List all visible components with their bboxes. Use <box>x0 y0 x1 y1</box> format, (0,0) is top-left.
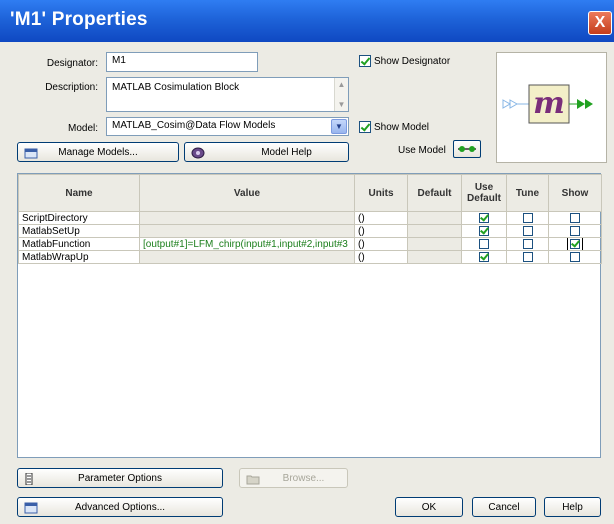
designator-label: Designator: <box>46 58 98 69</box>
show-model-checkbox[interactable] <box>359 121 371 133</box>
param-default <box>407 237 462 251</box>
title-bar[interactable]: 'M1' Properties X <box>0 0 614 42</box>
dialog-body: Designator: M1 Description: MATLAB Cosim… <box>0 42 614 524</box>
table-row[interactable]: ScriptDirectory () <box>18 211 602 225</box>
use-default-checkbox[interactable] <box>479 212 489 223</box>
show-cell <box>548 250 602 264</box>
scroll-up-icon[interactable]: ▲ <box>337 80 346 89</box>
param-name: MatlabFunction <box>18 237 140 251</box>
column-header-tune[interactable]: Tune <box>506 174 549 212</box>
param-default <box>407 250 462 264</box>
show-cell <box>548 237 602 251</box>
grid-header-row: Name Value Units Default Use Default Tun… <box>18 174 602 212</box>
tune-cell <box>506 237 549 251</box>
param-value[interactable]: [output#1]=LFM_chirp(input#1,input#2,inp… <box>139 237 355 251</box>
model-combo[interactable]: MATLAB_Cosim@Data Flow Models ▼ <box>106 117 349 136</box>
use-default-checkbox[interactable] <box>479 238 489 249</box>
show-checkbox[interactable] <box>570 225 580 236</box>
close-button[interactable]: X <box>588 11 612 35</box>
description-scrollbar[interactable]: ▲ ▼ <box>334 78 348 111</box>
use-default-cell <box>461 224 507 238</box>
show-cell <box>548 224 602 238</box>
use-default-checkbox[interactable] <box>479 251 489 262</box>
model-value: MATLAB_Cosim@Data Flow Models <box>112 120 276 131</box>
param-default <box>407 224 462 238</box>
model-symbol-preview: m <box>496 52 607 163</box>
param-units[interactable]: () <box>354 224 408 238</box>
show-designator-checkbox[interactable] <box>359 55 371 67</box>
use-default-cell <box>461 211 507 225</box>
link-icon <box>458 146 476 152</box>
manage-models-button[interactable]: Manage Models... <box>17 142 179 162</box>
param-units[interactable]: () <box>354 237 408 251</box>
table-row[interactable]: MatlabSetUp () <box>18 224 602 238</box>
show-checkbox[interactable] <box>570 212 580 223</box>
advanced-options-button[interactable]: Advanced Options... <box>17 497 223 517</box>
designator-field[interactable]: M1 <box>106 52 258 72</box>
browse-button[interactable]: Browse... <box>239 468 348 488</box>
param-name: ScriptDirectory <box>18 211 140 225</box>
tune-checkbox[interactable] <box>522 225 533 236</box>
folder-icon <box>246 475 260 485</box>
show-checkbox[interactable] <box>570 251 580 262</box>
column-header-show[interactable]: Show <box>548 174 602 212</box>
column-header-use-default[interactable]: Use Default <box>461 174 507 212</box>
description-label: Description: <box>45 82 98 93</box>
model-label: Model: <box>67 123 98 134</box>
use-default-cell <box>461 250 507 264</box>
column-header-value[interactable]: Value <box>139 174 355 212</box>
tune-cell <box>506 224 549 238</box>
help-label: Help <box>562 502 583 513</box>
ok-button[interactable]: OK <box>395 497 463 517</box>
use-default-checkbox[interactable] <box>479 225 489 236</box>
param-value[interactable] <box>139 224 355 238</box>
browse-label: Browse... <box>282 473 325 484</box>
scroll-down-icon[interactable]: ▼ <box>337 100 346 109</box>
show-checkbox[interactable] <box>567 238 583 250</box>
help-button[interactable]: Help <box>544 497 601 517</box>
matlab-block-icon: m <box>502 84 593 124</box>
model-help-button[interactable]: Model Help <box>184 142 349 162</box>
help-book-icon <box>191 147 205 159</box>
description-field[interactable]: MATLAB Cosimulation Block ▲ ▼ <box>106 77 349 112</box>
tune-checkbox[interactable] <box>522 212 533 223</box>
properties-dialog: 'M1' Properties X Designator: M1 Descrip… <box>0 0 614 524</box>
advanced-options-label: Advanced Options... <box>74 502 166 513</box>
show-designator-label: Show Designator <box>374 56 451 67</box>
description-value: MATLAB Cosimulation Block <box>112 82 240 93</box>
param-units[interactable]: () <box>354 211 408 225</box>
dialog-title: 'M1' Properties <box>10 9 148 30</box>
chevron-down-icon[interactable]: ▼ <box>331 119 347 134</box>
tune-cell <box>506 250 549 264</box>
cancel-label: Cancel <box>488 502 520 513</box>
table-row[interactable]: MatlabFunction [output#1]=LFM_chirp(inpu… <box>18 237 602 251</box>
show-model-label: Show Model <box>374 122 430 133</box>
symbol-letter: m <box>533 86 565 121</box>
manage-models-label: Manage Models... <box>58 147 138 158</box>
designator-value: M1 <box>112 55 126 66</box>
use-model-label: Use Model <box>398 145 446 156</box>
show-cell <box>548 211 602 225</box>
tune-checkbox[interactable] <box>522 238 533 249</box>
table-row[interactable]: MatlabWrapUp () <box>18 250 602 264</box>
cancel-button[interactable]: Cancel <box>472 497 536 517</box>
param-units[interactable]: () <box>354 250 408 264</box>
param-name: MatlabWrapUp <box>18 250 140 264</box>
use-model-button[interactable] <box>453 140 481 158</box>
tune-checkbox[interactable] <box>522 251 533 262</box>
tune-cell <box>506 211 549 225</box>
param-value[interactable] <box>139 250 355 264</box>
parameter-options-button[interactable]: Parameter Options <box>17 468 223 488</box>
param-name: MatlabSetUp <box>18 224 140 238</box>
use-default-cell <box>461 237 507 251</box>
param-value[interactable] <box>139 211 355 225</box>
column-header-default[interactable]: Default <box>407 174 462 212</box>
column-header-units[interactable]: Units <box>354 174 408 212</box>
parameter-options-label: Parameter Options <box>78 473 162 484</box>
ok-label: OK <box>421 502 437 513</box>
param-default <box>407 211 462 225</box>
parameter-grid[interactable]: Name Value Units Default Use Default Tun… <box>17 173 602 458</box>
column-header-name[interactable]: Name <box>18 174 140 212</box>
model-help-label: Model Help <box>261 147 312 158</box>
